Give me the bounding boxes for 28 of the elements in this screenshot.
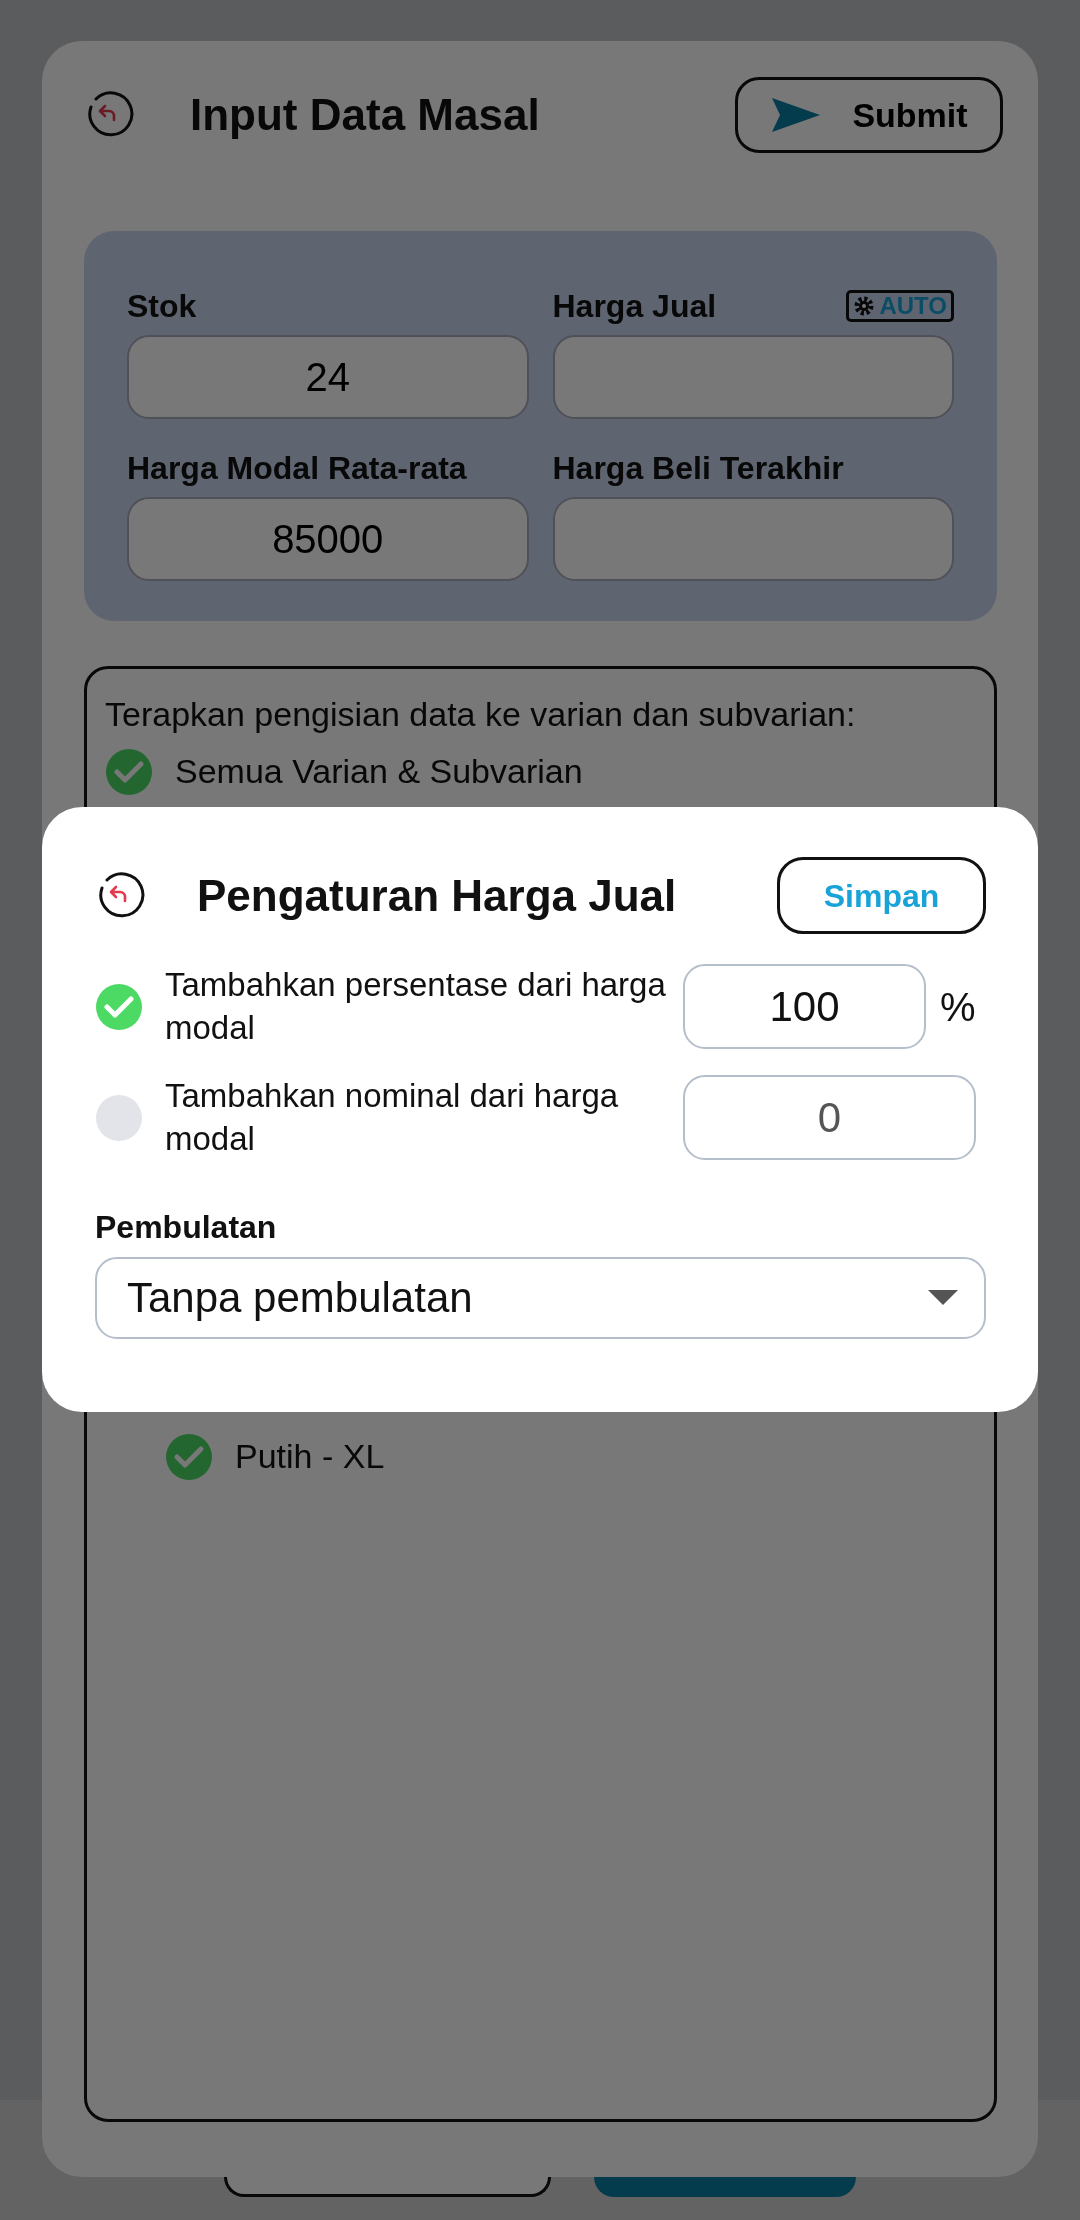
option-label: Tambahkan nominal dari harga modal (165, 1075, 620, 1159)
save-button[interactable]: Simpan (777, 857, 986, 934)
field-label: Stok (127, 287, 197, 326)
page-title: Input Data Masal (190, 89, 541, 141)
field-label: Harga Modal Rata-rata (127, 449, 467, 488)
radio-button[interactable] (95, 1093, 143, 1142)
rounding-select[interactable]: Tanpa pembulatan (95, 1256, 986, 1339)
option-label: Tambahkan persentase dari harga modal (165, 965, 667, 1048)
input-field[interactable]: 100 (683, 964, 926, 1050)
dropdown-caret-icon (928, 1289, 958, 1306)
radio-button[interactable] (95, 982, 143, 1031)
gear-icon (853, 295, 876, 317)
rounding-label: Pembulatan (95, 1207, 278, 1247)
variant-label[interactable]: Putih - XL (235, 1431, 385, 1482)
input-field[interactable] (552, 335, 954, 419)
input-field[interactable]: 0 (683, 1075, 976, 1161)
input-field[interactable] (552, 497, 954, 581)
apply-prompt: Terapkan pengisian data ke varian dan subvarian: (105, 694, 857, 735)
primary-button[interactable] (594, 2177, 856, 2197)
input-field[interactable]: 85000 (127, 497, 529, 581)
variant-label[interactable]: Semua Varian & Subvarian (175, 746, 583, 797)
input-field[interactable]: 24 (127, 335, 529, 419)
modal-title: Pengaturan Harga Jual (197, 869, 678, 922)
outline-button[interactable] (224, 2177, 551, 2197)
unit-label: % (940, 983, 976, 1031)
field-label: Harga Jual (552, 287, 717, 326)
field-label: Harga Beli Terakhir (552, 449, 844, 488)
submit-button[interactable]: Submit (735, 77, 1003, 153)
